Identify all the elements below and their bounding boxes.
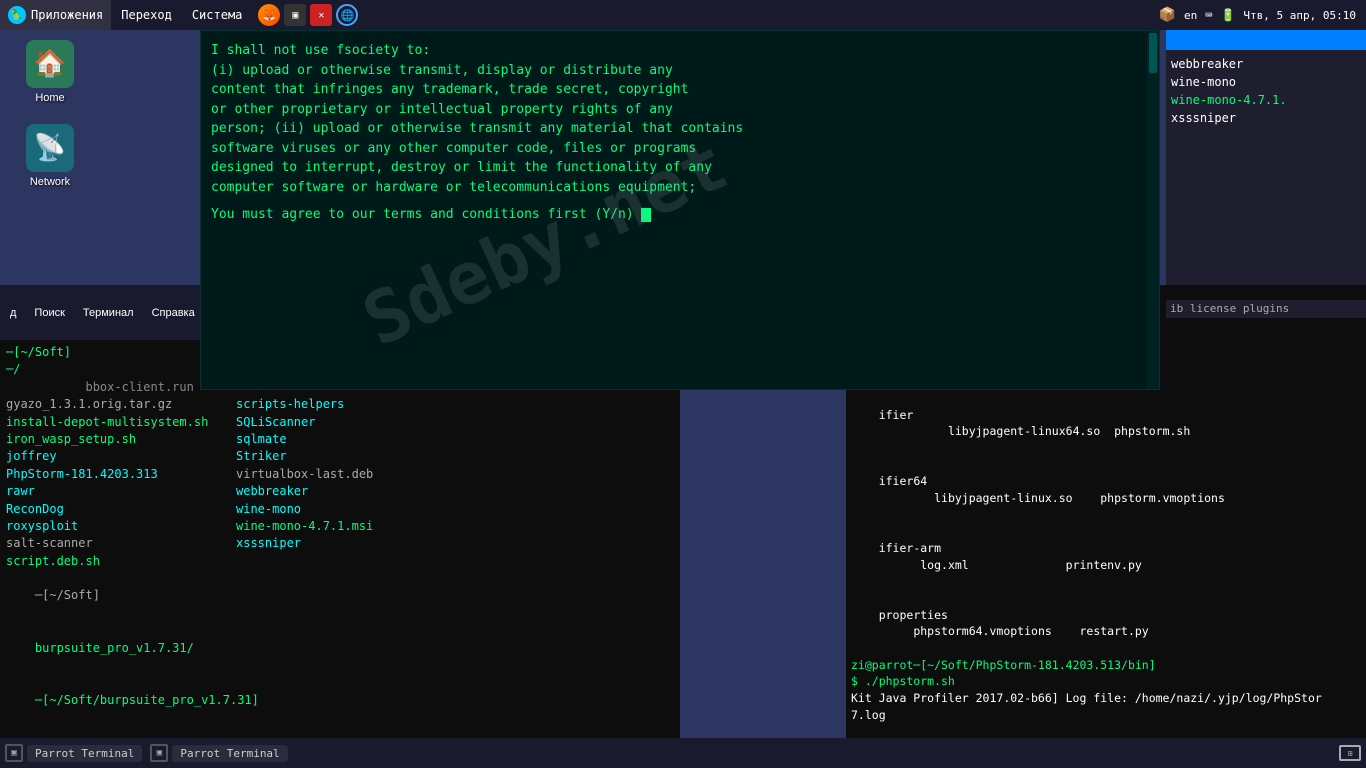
file-install-depot: install-depot-multisystem.sh [6,414,236,431]
file-phpstorm: PhpStorm-181.4203.313 [6,466,236,483]
tos-text: I shall not use fsociety to: (i) upload … [211,41,1149,197]
file-rawr: rawr [6,483,236,500]
file-col-2: scripts-helpers SQLiScanner sqlmate Stri… [236,396,456,570]
rt-cmd1: $ ./phpstorm.sh [851,673,1361,690]
rt-ls-row5: properties phpstorm64.vmoptions restart.… [851,590,1361,657]
datetime: Чтв, 5 апр, 05:10 [1243,9,1356,22]
file-sqlmate: sqlmate [236,431,456,448]
lang-indicator: en [1184,9,1197,22]
file-listing-area: gyazo_1.3.1.orig.tar.gz install-depot-mu… [6,396,674,570]
rt-prompt1: zi@parrot─[~/Soft/PhpStorm-181.4203.513/… [851,657,1361,674]
apps-label[interactable]: Приложения [31,8,103,22]
system-menu[interactable]: Система [182,0,253,30]
sidebar-terminal[interactable]: Терминал [78,305,139,321]
right-panel-items: webbreaker wine-mono wine-mono-4.7.1. xs… [1166,50,1366,132]
file-col-1: gyazo_1.3.1.orig.tar.gz install-depot-mu… [6,396,236,570]
right-panel-item-4: xsssniper [1171,109,1361,127]
sidebar-search[interactable]: Поиск [29,305,69,321]
right-panel-bottom: ib license plugins [1166,300,1366,318]
screen-layout-icon[interactable]: ⊞ [1339,745,1361,761]
terminal-task-1[interactable]: Parrot Terminal [27,745,142,762]
firefox-icon[interactable]: 🦊 [258,4,280,26]
file-gyazo: gyazo_1.3.1.orig.tar.gz [6,396,236,413]
nav-menu[interactable]: Переход [111,0,182,30]
sidebar-menu: д Поиск Терминал Справка [0,305,205,321]
rt-ls-row4: ifier-arm log.xml printenv.py [851,523,1361,590]
terminal-task-icon-1: ▣ [5,744,23,762]
file-script: script.deb.sh [6,553,236,570]
terminal-icon[interactable]: ▣ [284,4,306,26]
sidebar-nav-back[interactable]: д [5,305,21,321]
rt-output1: Kit Java Profiler 2017.02-b66] Log file:… [851,690,1361,707]
tos-scrollbar-thumb [1149,33,1157,73]
taskbar-right-area: 📦 en ⌨ 🔋 Чтв, 5 апр, 05:10 [1159,7,1366,23]
file-iron-wasp: iron_wasp_setup.sh [6,431,236,448]
browser-icon[interactable]: 🌐 [336,4,358,26]
file-recondog: ReconDog [6,501,236,518]
right-panel-item-1: webbreaker [1171,55,1361,73]
rt-ls-row2: ifier libyjpagent-linux64.so phpstorm.sh [851,390,1361,457]
rt-output2: 7.log [851,707,1361,724]
battery-icon: 🔋 [1220,8,1235,22]
file-salt: salt-scanner [6,535,236,552]
file-joffrey: joffrey [6,448,236,465]
file-roxysploit: roxysploit [6,518,236,535]
terminal-line-burp-nav: ─[~/Soft] [6,570,674,622]
apps-menu[interactable]: 🦜 Приложения [0,0,111,30]
file-wine-mono: wine-mono [236,501,456,518]
terminal-task-2[interactable]: Parrot Terminal [172,745,287,762]
close-app-icon[interactable]: ✕ [310,4,332,26]
keyboard-icon: ⌨ [1205,8,1212,22]
file-webbreaker: webbreaker [236,483,456,500]
desktop-icon-home[interactable]: 🏠 Home [15,40,85,104]
taskbar-top: 🦜 Приложения Переход Система 🦊 ▣ ✕ 🌐 📦 e… [0,0,1366,30]
network-folder-icon: 📡 [26,124,74,172]
desktop-icon-network[interactable]: 📡 Network [15,124,85,188]
right-panel-item-2: wine-mono [1171,73,1361,91]
home-folder-icon: 🏠 [26,40,74,88]
terminal-task-icon-2: ▣ [150,744,168,762]
terminal-line-burp-dir: burpsuite_pro_v1.7.31/ [6,622,674,674]
parrot-logo-icon: 🦜 [8,6,26,24]
desktop-icons: 🏠 Home 📡 Network [15,40,85,188]
sidebar-help[interactable]: Справка [147,305,200,321]
file-wine-mono-msi: wine-mono-4.7.1.msi [236,518,456,535]
left-terminal: ─[~/Soft] ─/ bbox-client.run gyazo_1.3.1… [0,340,680,738]
left-sidebar-taskbar: д Поиск Терминал Справка [0,285,200,340]
file-col-3 [456,396,556,570]
terminal-task-label-1: Parrot Terminal [35,747,134,760]
terminal-cursor [641,208,651,222]
tos-terminal: I shall not use fsociety to: (i) upload … [200,30,1160,390]
file-scripts-helpers: scripts-helpers [236,396,456,413]
terminal-line-burp-files: keygen1.7.31.jar burpsuite_pro_v1.7.31.j… [6,727,674,738]
tos-prompt: You must agree to our terms and conditio… [211,207,1149,222]
taskbar-bottom: ▣ Parrot Terminal ▣ Parrot Terminal ⊞ [0,738,1366,768]
file-xsssniper: xsssniper [236,535,456,552]
right-panel-item-3: wine-mono-4.7.1. [1171,91,1361,109]
home-icon-label: Home [35,92,64,104]
network-icon-label: Network [30,176,70,188]
tos-scrollbar[interactable] [1147,31,1159,389]
terminal-prompt-burp: ─[~/Soft/burpsuite_pro_v1.7.31] [6,674,674,726]
right-panel-header [1166,30,1366,50]
file-striker: Striker [236,448,456,465]
rt-ls-row3: ifier64 libyjpagent-linux.so phpstorm.vm… [851,457,1361,524]
dropbox-icon[interactable]: 📦 [1159,7,1176,23]
terminal-task-label-2: Parrot Terminal [180,747,279,760]
file-sqli: SQLiScanner [236,414,456,431]
taskbar-bottom-right: ⊞ [1339,745,1361,761]
file-vbox: virtualbox-last.deb [236,466,456,483]
